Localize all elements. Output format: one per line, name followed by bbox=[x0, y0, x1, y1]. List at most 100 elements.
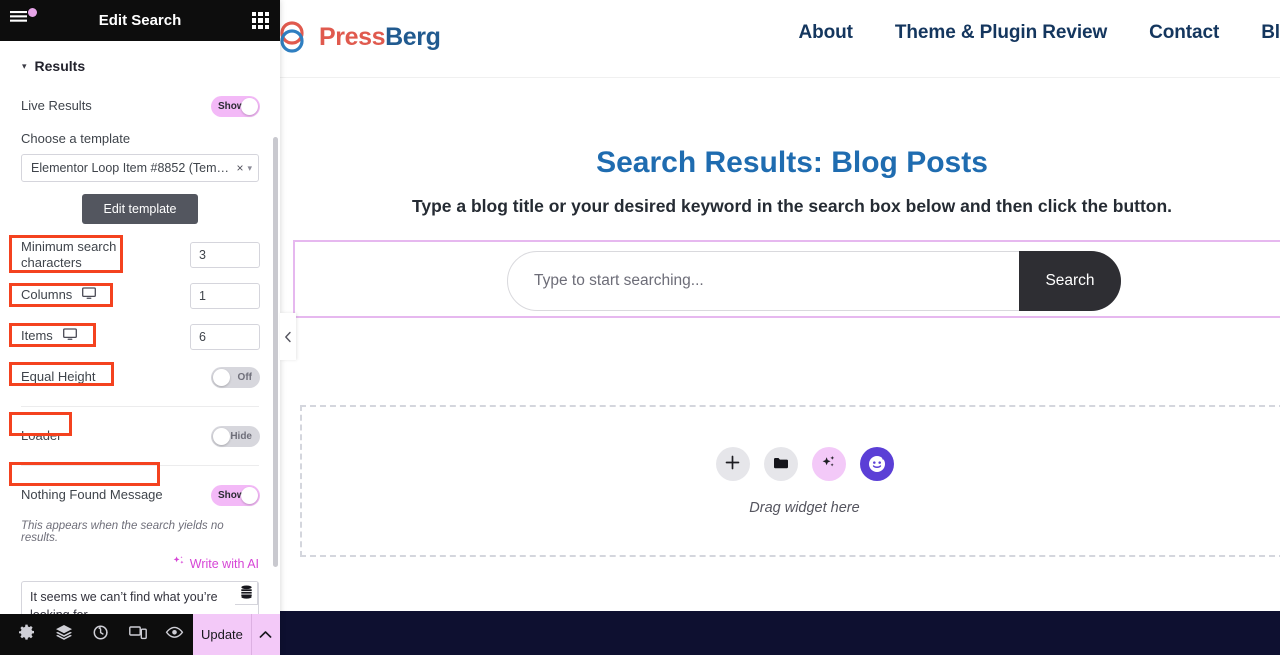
section-header-results[interactable]: ▾ Results bbox=[0, 41, 280, 85]
elementor-editor: PressBerg About Theme & Plugin Review Co… bbox=[0, 0, 1280, 655]
dropzone-actions bbox=[302, 447, 1280, 481]
ai-sparkles-icon bbox=[820, 454, 837, 474]
dropzone-label: Drag widget here bbox=[302, 500, 1280, 516]
control-loader: Loader Hide bbox=[0, 416, 280, 456]
nav-item-blog[interactable]: Bl bbox=[1261, 22, 1280, 44]
toggle-knob bbox=[213, 369, 230, 386]
panel-title: Edit Search bbox=[99, 12, 182, 29]
chevron-left-icon bbox=[284, 331, 292, 343]
dynamic-tags-button[interactable] bbox=[235, 582, 258, 605]
panel-footer-tools bbox=[0, 614, 193, 655]
minimum-search-characters-input[interactable] bbox=[190, 242, 260, 268]
divider bbox=[21, 406, 259, 407]
nav-item-contact[interactable]: Contact bbox=[1149, 22, 1219, 44]
widget-dropzone[interactable]: Drag widget here bbox=[300, 405, 1280, 557]
toggle-knob bbox=[241, 98, 258, 115]
template-select[interactable]: Elementor Loop Item #8852 (Templa... × ▾ bbox=[21, 154, 259, 182]
panel-body: ▾ Results Live Results Show Choose a tem… bbox=[0, 41, 280, 614]
minimum-search-characters-label: Minimum search characters bbox=[21, 239, 141, 272]
toggle-knob bbox=[241, 487, 258, 504]
responsive-mode-button[interactable] bbox=[119, 614, 156, 655]
columns-label: Columns bbox=[21, 287, 72, 303]
preview-button[interactable] bbox=[156, 614, 193, 655]
logo-text-press: Press bbox=[319, 23, 385, 51]
settings-gear-button[interactable] bbox=[8, 614, 45, 655]
live-results-label: Live Results bbox=[21, 98, 92, 114]
nothing-found-textarea[interactable] bbox=[21, 581, 259, 614]
chevron-down-icon: ▾ bbox=[247, 163, 252, 174]
section-header-label: Results bbox=[35, 58, 86, 74]
panel-apps-grid-button[interactable] bbox=[252, 12, 269, 29]
desktop-icon[interactable] bbox=[63, 328, 77, 346]
desktop-icon[interactable] bbox=[82, 287, 96, 305]
folder-templates-button[interactable] bbox=[764, 447, 798, 481]
choose-template-field: Elementor Loop Item #8852 (Templa... × ▾ bbox=[0, 146, 280, 182]
folder-templates-icon bbox=[773, 456, 789, 473]
nav-item-theme-plugin-review[interactable]: Theme & Plugin Review bbox=[895, 22, 1107, 44]
loader-toggle-label: Hide bbox=[230, 431, 252, 442]
add-widget-button[interactable] bbox=[716, 447, 750, 481]
divider bbox=[21, 465, 259, 466]
edit-template-row: Edit template bbox=[0, 182, 280, 228]
panel-collapse-handle[interactable] bbox=[280, 313, 296, 360]
ai-assistant-button[interactable] bbox=[860, 447, 894, 481]
site-header: PressBerg About Theme & Plugin Review Co… bbox=[280, 0, 1280, 78]
write-with-ai-button[interactable]: Write with AI bbox=[0, 544, 280, 573]
search-widget-selection[interactable]: Search bbox=[293, 240, 1280, 318]
settings-gear-icon bbox=[18, 624, 35, 646]
site-navigation: About Theme & Plugin Review Contact Bl bbox=[799, 22, 1280, 44]
notification-dot-icon bbox=[28, 8, 37, 17]
ai-assistant-face-icon bbox=[866, 452, 888, 477]
clear-template-icon[interactable]: × bbox=[232, 161, 247, 175]
logo-text-berg: Berg bbox=[385, 23, 440, 51]
site-preview-canvas: PressBerg About Theme & Plugin Review Co… bbox=[280, 0, 1280, 655]
columns-input[interactable] bbox=[190, 283, 260, 309]
items-input[interactable] bbox=[190, 324, 260, 350]
site-logo-text: PressBerg bbox=[319, 23, 440, 52]
write-with-ai-label: Write with AI bbox=[190, 557, 259, 571]
site-footer bbox=[280, 611, 1280, 655]
equal-height-toggle[interactable]: Off bbox=[211, 367, 260, 388]
control-columns: Columns bbox=[0, 275, 280, 316]
control-nothing-found-message: Nothing Found Message Show bbox=[0, 475, 280, 515]
update-options-button[interactable] bbox=[251, 614, 280, 655]
edit-template-button[interactable]: Edit template bbox=[82, 194, 199, 224]
add-widget-icon bbox=[725, 455, 740, 473]
panel-menu-button[interactable] bbox=[10, 8, 36, 32]
dynamic-tags-icon bbox=[240, 585, 253, 602]
panel-header: Edit Search bbox=[0, 0, 280, 41]
items-label: Items bbox=[21, 328, 53, 344]
preview-eye-icon bbox=[165, 626, 184, 644]
ai-sparkles-button[interactable] bbox=[812, 447, 846, 481]
site-logo[interactable]: PressBerg bbox=[280, 20, 440, 54]
nothing-found-textarea-wrap bbox=[0, 573, 280, 614]
nothing-found-hint: This appears when the search yields no r… bbox=[0, 515, 280, 544]
chevron-up-icon bbox=[259, 626, 272, 644]
app-grid-icon bbox=[252, 12, 256, 16]
chevron-down-icon: ▾ bbox=[22, 62, 27, 71]
panel-footer: Update bbox=[0, 614, 280, 655]
update-button[interactable]: Update bbox=[193, 614, 251, 655]
search-form: Search bbox=[507, 251, 1121, 311]
loader-toggle[interactable]: Hide bbox=[211, 426, 260, 447]
toggle-knob bbox=[213, 428, 230, 445]
navigator-button[interactable] bbox=[45, 614, 82, 655]
history-icon bbox=[92, 624, 109, 646]
equal-height-label: Equal Height bbox=[21, 369, 95, 385]
control-minimum-search-characters: Minimum search characters bbox=[0, 235, 280, 275]
page-subtitle: Type a blog title or your desired keywor… bbox=[280, 196, 1280, 217]
template-select-value: Elementor Loop Item #8852 (Templa... bbox=[31, 161, 232, 175]
pressberg-logo-icon bbox=[280, 20, 312, 54]
nothing-found-message-label: Nothing Found Message bbox=[21, 487, 163, 503]
loader-label: Loader bbox=[21, 428, 61, 444]
nothing-found-message-toggle[interactable]: Show bbox=[211, 485, 260, 506]
live-results-toggle[interactable]: Show bbox=[211, 96, 260, 117]
nav-item-about[interactable]: About bbox=[799, 22, 853, 44]
responsive-mode-icon bbox=[129, 625, 147, 645]
history-button[interactable] bbox=[82, 614, 119, 655]
sparkles-icon bbox=[172, 555, 185, 573]
equal-height-toggle-label: Off bbox=[238, 372, 252, 383]
page-title: Search Results: Blog Posts bbox=[280, 146, 1280, 180]
search-submit-button[interactable]: Search bbox=[1019, 251, 1121, 311]
control-live-results: Live Results Show bbox=[0, 85, 280, 119]
